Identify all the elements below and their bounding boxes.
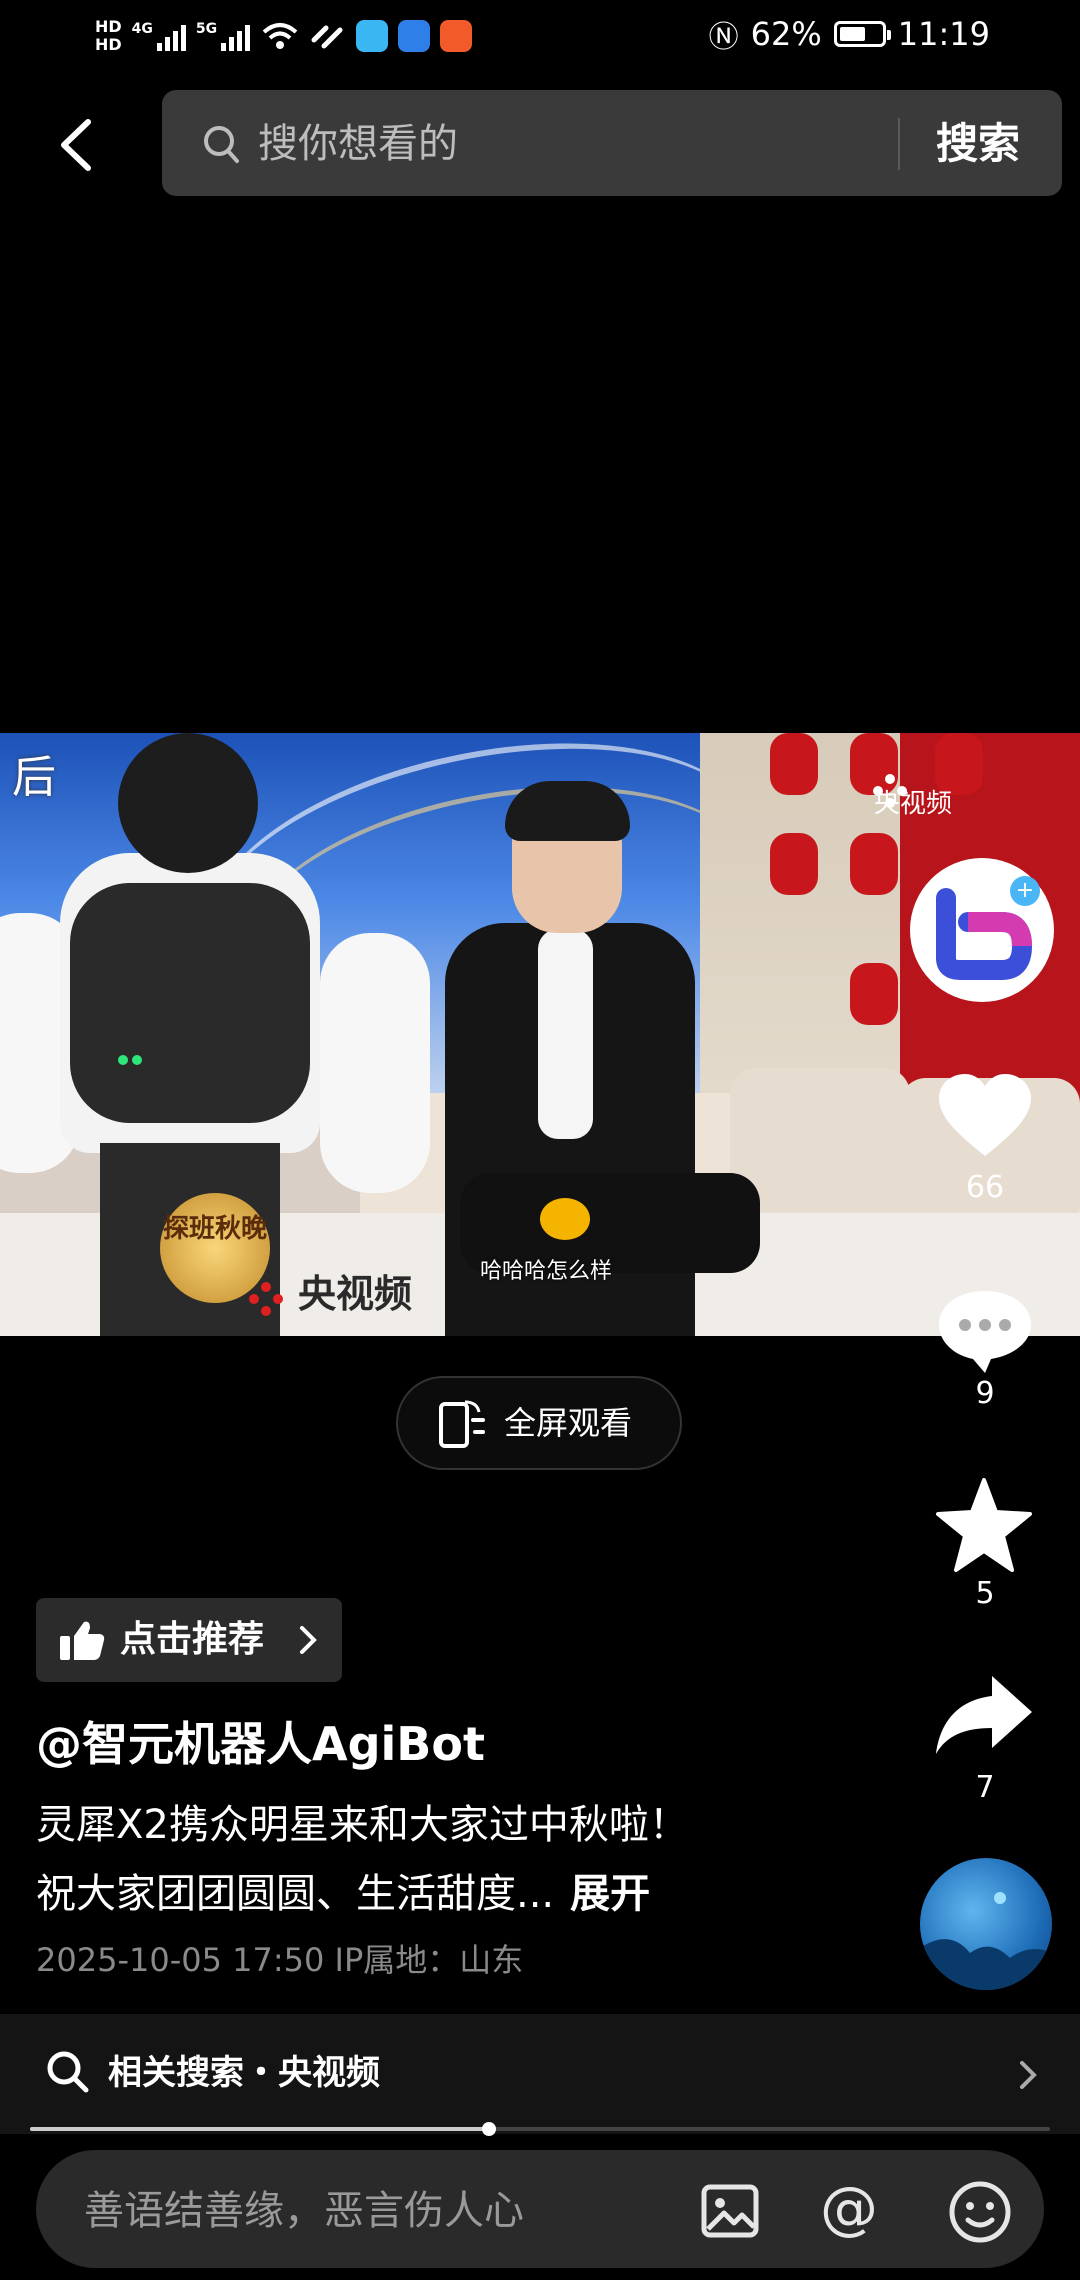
person-shirt: [538, 929, 593, 1139]
description-line-1: 灵犀X2携众明星来和大家过中秋啦！: [36, 1802, 689, 1848]
status-right: Ⓝ 62% 11:19: [709, 12, 990, 56]
comment-input[interactable]: 善语结善缘，恶言伤人心: [84, 2184, 524, 2238]
watermark-bottom: 央视频: [298, 1272, 413, 1316]
hd2-label: HD: [95, 35, 122, 54]
recommend-label: 点击推荐: [120, 1619, 265, 1660]
book-app-icon: [356, 20, 389, 52]
battery-icon: [833, 21, 891, 47]
hd1-label: HD: [95, 17, 122, 36]
mention-at-icon[interactable]: @: [820, 2178, 878, 2238]
robot-head: [118, 733, 258, 873]
related-search-label: 相关搜索・央视频: [108, 2053, 380, 2093]
progress-knob[interactable]: [482, 2122, 496, 2136]
hd-indicator: HD HD: [95, 18, 122, 54]
wifi-icon: [262, 23, 298, 49]
status-bar: HD HD 4G 5G Ⓝ 62% 11:19: [0, 0, 1080, 72]
net2-label: 5G: [195, 21, 218, 37]
comment-icon[interactable]: [935, 1285, 1035, 1377]
search-divider: [898, 118, 900, 170]
robot-torso: [70, 883, 310, 1123]
robot-arm: [320, 933, 430, 1193]
video-player[interactable]: 后 央视频 探班秋晚 央视频 哈哈哈怎么样: [0, 733, 1080, 1336]
emoji-icon[interactable]: [948, 2180, 1012, 2244]
share-count: 7: [975, 1770, 995, 1805]
link-icon: [311, 25, 343, 49]
cctv-logo-icon: [249, 1282, 283, 1316]
send-app-icon: [440, 20, 473, 52]
mooncake: [540, 1198, 590, 1240]
favorite-count: 5: [975, 1576, 995, 1611]
lantern: [850, 963, 898, 1025]
signal-5g-icon: 5G: [195, 21, 251, 51]
favorite-star-icon[interactable]: [932, 1476, 1036, 1576]
lantern: [770, 733, 818, 795]
back-arrow-icon[interactable]: [50, 110, 110, 180]
ocean-image-icon: [920, 1892, 1052, 1990]
description-line-2: 祝大家团团圆圆、生活甜度... 展开: [36, 1866, 650, 1922]
like-count: 66: [965, 1170, 1005, 1205]
author-name[interactable]: @智元机器人AgiBot: [36, 1712, 485, 1776]
lantern: [850, 833, 898, 895]
progress-fill: [30, 2127, 489, 2131]
lantern: [770, 833, 818, 895]
video-corner-text: 后: [12, 752, 56, 803]
browser-app-icon: [398, 20, 431, 52]
like-heart-icon[interactable]: [935, 1070, 1035, 1162]
signal-4g-icon: 4G: [132, 21, 186, 51]
battery-percent: 62%: [750, 15, 822, 53]
clock: 11:19: [897, 15, 990, 53]
search-button[interactable]: 搜索: [936, 116, 1020, 172]
music-disc-avatar[interactable]: [920, 1858, 1052, 1990]
video-subtitle: 哈哈哈怎么样: [480, 1259, 613, 1284]
comment-count: 9: [975, 1376, 995, 1411]
rotate-screen-icon: [439, 1400, 485, 1448]
thumbs-up-icon: [60, 1621, 105, 1660]
search-icon: [204, 126, 239, 163]
follow-plus-icon[interactable]: +: [1010, 876, 1040, 906]
chevron-right-icon: [300, 1626, 317, 1654]
description-text: 祝大家团团圆圆、生活甜度...: [36, 1871, 555, 1917]
search-input[interactable]: 搜你想看的: [258, 116, 458, 172]
person-hair: [505, 781, 630, 841]
video-progress-bar[interactable]: [30, 2122, 1050, 2136]
chevron-right-icon: [1020, 2061, 1037, 2089]
net1-label: 4G: [131, 21, 153, 37]
status-left: HD HD 4G 5G: [95, 8, 473, 64]
robot-light: [132, 1055, 142, 1065]
nfc-icon: Ⓝ: [708, 20, 739, 55]
post-meta: 2025-10-05 17:50 IP属地：山东: [36, 1941, 524, 1979]
fullscreen-label: 全屏观看: [504, 1404, 633, 1442]
share-arrow-icon[interactable]: [932, 1672, 1036, 1758]
image-picker-icon[interactable]: [700, 2181, 760, 2241]
cctv-logo-icon: [873, 774, 907, 808]
search-icon: [47, 2051, 89, 2093]
robot-light: [118, 1055, 128, 1065]
expand-link[interactable]: 展开: [570, 1871, 650, 1917]
